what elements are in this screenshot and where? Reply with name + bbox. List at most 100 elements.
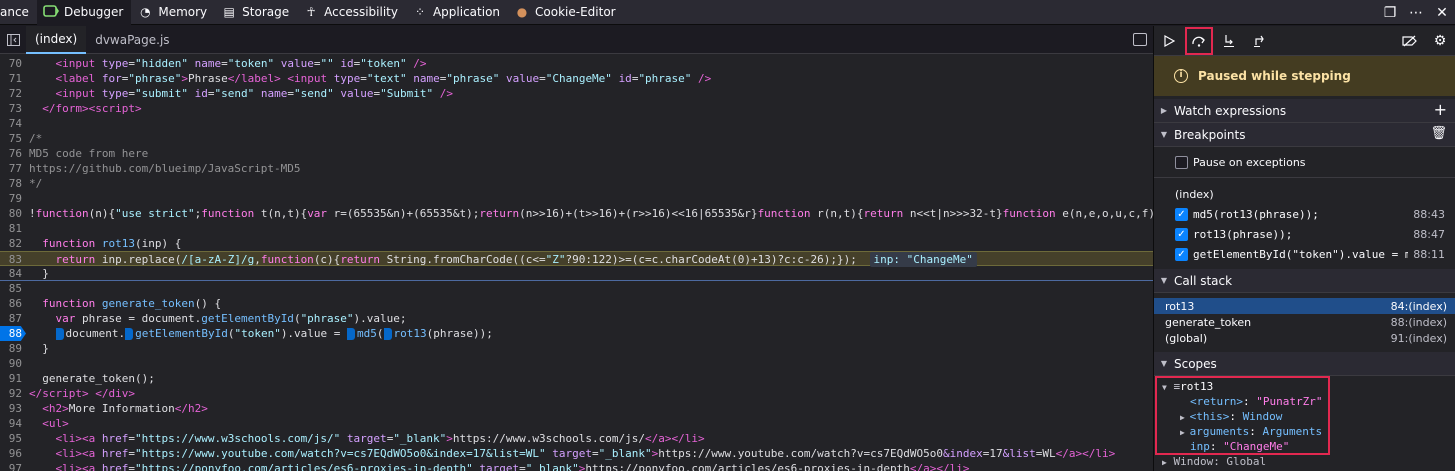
line-number[interactable]: 80 bbox=[0, 206, 26, 221]
breakpoint-item[interactable]: ✓ rot13(phrase)); 88:47 bbox=[1154, 224, 1455, 244]
code-line[interactable]: 89 } bbox=[0, 341, 1153, 356]
line-number[interactable]: 74 bbox=[0, 116, 26, 131]
trash-icon[interactable]: 🗑 bbox=[1430, 126, 1447, 142]
pause-on-exceptions-checkbox[interactable] bbox=[1175, 155, 1188, 169]
line-number[interactable]: 77 bbox=[0, 161, 26, 176]
line-number[interactable]: 86 bbox=[0, 296, 26, 311]
breakpoint-marker[interactable]: 88 bbox=[0, 326, 26, 341]
add-watch-icon[interactable]: + bbox=[1434, 102, 1447, 118]
line-number[interactable]: 91 bbox=[0, 371, 26, 386]
code-line[interactable]: 70 <input type="hidden" name="token" val… bbox=[0, 56, 1153, 71]
code-line[interactable]: 96 <li><a href="https://www.youtube.com/… bbox=[0, 446, 1153, 461]
code-line[interactable]: 71 <label for="phrase">Phrase</label> <i… bbox=[0, 71, 1153, 86]
step-in-icon[interactable] bbox=[1214, 26, 1244, 56]
source-tab-index[interactable]: (index) bbox=[26, 25, 87, 54]
line-number[interactable]: 90 bbox=[0, 356, 26, 371]
code-line[interactable]: 74 bbox=[0, 116, 1153, 131]
line-number[interactable]: 75 bbox=[0, 131, 26, 146]
dock-icon[interactable]: ❐ bbox=[1377, 0, 1403, 25]
code-line[interactable]: 92 </script> </div> bbox=[0, 386, 1153, 401]
code-line[interactable]: 82 function rot13(inp) { bbox=[0, 236, 1153, 251]
line-number[interactable]: 92 bbox=[0, 386, 26, 401]
code-line[interactable]: 90 bbox=[0, 356, 1153, 371]
call-stack-header[interactable]: ▼ Call stack bbox=[1154, 269, 1455, 293]
watch-expressions-header[interactable]: ▶ Watch expressions + bbox=[1154, 99, 1455, 123]
collapsed-triangle-icon[interactable]: ▶ bbox=[1180, 428, 1190, 437]
code-line[interactable]: 80 !function(n){"use strict";function t(n… bbox=[0, 206, 1153, 221]
line-number[interactable]: 94 bbox=[0, 416, 26, 431]
line-number[interactable]: 78 bbox=[0, 176, 26, 191]
scope-rot13[interactable]: ▼ ≡rot13 bbox=[1154, 379, 1455, 394]
scope-global[interactable]: ▶ Window: Global bbox=[1154, 454, 1455, 469]
code-line[interactable]: 73 </form><script> bbox=[0, 101, 1153, 116]
code-line[interactable]: 84 } bbox=[0, 266, 1153, 281]
toggle-sidebar-icon[interactable] bbox=[1133, 33, 1147, 46]
code-line[interactable]: 83 return inp.replace(/[a-zA-Z]/g,functi… bbox=[0, 251, 1153, 267]
breakpoint-checkbox[interactable]: ✓ bbox=[1175, 207, 1188, 221]
settings-gear-icon[interactable]: ⚙ bbox=[1425, 26, 1455, 56]
tab-application[interactable]: ⁘ Application bbox=[406, 0, 508, 25]
code-line[interactable]: 93 <h2>More Information</h2> bbox=[0, 401, 1153, 416]
code-line[interactable]: 81 bbox=[0, 221, 1153, 236]
scope-variable[interactable]: <return>: "PunatrZr" bbox=[1154, 394, 1455, 409]
line-number[interactable]: 72 bbox=[0, 86, 26, 101]
step-over-icon[interactable] bbox=[1184, 26, 1214, 56]
scope-variable[interactable]: ▶ arguments: Arguments bbox=[1154, 424, 1455, 439]
code-line[interactable]: 87 var phrase = document.getElementById(… bbox=[0, 311, 1153, 326]
more-icon[interactable]: ⋯ bbox=[1403, 0, 1429, 25]
breakpoints-header[interactable]: ▼ Breakpoints 🗑 bbox=[1154, 123, 1455, 147]
line-number[interactable]: 89 bbox=[0, 341, 26, 356]
code-line[interactable]: 77 https://github.com/blueimp/JavaScript-… bbox=[0, 161, 1153, 176]
code-line[interactable]: 95 <li><a href="https://www.w3schools.co… bbox=[0, 431, 1153, 446]
stack-frame[interactable]: generate_token 88:(index) bbox=[1154, 314, 1455, 330]
line-number[interactable]: 76 bbox=[0, 146, 26, 161]
code-line[interactable]: 75/* bbox=[0, 131, 1153, 146]
pause-on-exceptions-row[interactable]: Pause on exceptions bbox=[1154, 147, 1455, 177]
line-number[interactable]: 71 bbox=[0, 71, 26, 86]
tab-memory[interactable]: ◔ Memory bbox=[131, 0, 215, 25]
stack-frame[interactable]: rot13 84:(index) bbox=[1154, 298, 1455, 314]
line-number[interactable]: 81 bbox=[0, 221, 26, 236]
close-icon[interactable]: ✕ bbox=[1429, 0, 1455, 25]
line-number[interactable]: 73 bbox=[0, 101, 26, 116]
line-number[interactable]: 70 bbox=[0, 56, 26, 71]
collapsed-triangle-icon[interactable]: ▶ bbox=[1180, 413, 1190, 422]
deactivate-breakpoints-icon[interactable] bbox=[1395, 26, 1425, 56]
toggle-sources-icon[interactable] bbox=[0, 26, 26, 54]
line-number[interactable]: 93 bbox=[0, 401, 26, 416]
breakpoint-item[interactable]: ✓ md5(rot13(phrase)); 88:43 bbox=[1154, 204, 1455, 224]
breakpoint-checkbox[interactable]: ✓ bbox=[1175, 247, 1188, 261]
code-line[interactable]: 97 <li><a href="https://ponyfoo.com/arti… bbox=[0, 461, 1153, 471]
scope-variable[interactable]: ▶ <this>: Window bbox=[1154, 409, 1455, 424]
code-line[interactable]: 91 generate_token(); bbox=[0, 371, 1153, 386]
resume-icon[interactable] bbox=[1154, 26, 1184, 56]
tab-accessibility[interactable]: ☥ Accessibility bbox=[297, 0, 406, 25]
line-number[interactable]: 95 bbox=[0, 431, 26, 446]
stack-frame[interactable]: (global) 91:(index) bbox=[1154, 330, 1455, 346]
line-number[interactable]: 84 bbox=[0, 266, 26, 281]
breakpoint-checkbox[interactable]: ✓ bbox=[1175, 227, 1188, 241]
line-number[interactable]: 79 bbox=[0, 191, 26, 206]
code-line[interactable]: 72 <input type="submit" id="send" name="… bbox=[0, 86, 1153, 101]
code-line[interactable]: 76 MD5 code from here bbox=[0, 146, 1153, 161]
tab-debugger[interactable]: Debugger bbox=[36, 0, 132, 25]
line-number[interactable]: 96 bbox=[0, 446, 26, 461]
tab-storage[interactable]: ▤ Storage bbox=[215, 0, 297, 25]
line-number[interactable]: 87 bbox=[0, 311, 26, 326]
tab-performance[interactable]: ance bbox=[0, 0, 37, 25]
code-view[interactable]: 70 <input type="hidden" name="token" val… bbox=[0, 56, 1153, 471]
line-number[interactable]: 83 bbox=[0, 252, 26, 267]
code-line[interactable]: 94 <ul> bbox=[0, 416, 1153, 431]
code-line[interactable]: 88 document. getElementById("token").valu… bbox=[0, 326, 1153, 341]
line-number[interactable]: 82 bbox=[0, 236, 26, 251]
source-tab-dvwapage[interactable]: dvwaPage.js bbox=[86, 26, 178, 54]
scopes-header[interactable]: ▼ Scopes bbox=[1154, 352, 1455, 376]
code-line[interactable]: 85 bbox=[0, 281, 1153, 296]
scope-variable[interactable]: inp: "ChangeMe" bbox=[1154, 439, 1455, 454]
step-out-icon[interactable] bbox=[1244, 26, 1274, 56]
tab-cookie-editor[interactable]: ● Cookie-Editor bbox=[508, 0, 624, 25]
code-line[interactable]: 86 function generate_token() { bbox=[0, 296, 1153, 311]
breakpoint-item[interactable]: ✓ getElementById("token").value = md5(rot… bbox=[1154, 244, 1455, 264]
line-number[interactable]: 97 bbox=[0, 461, 26, 471]
line-number[interactable]: 85 bbox=[0, 281, 26, 296]
